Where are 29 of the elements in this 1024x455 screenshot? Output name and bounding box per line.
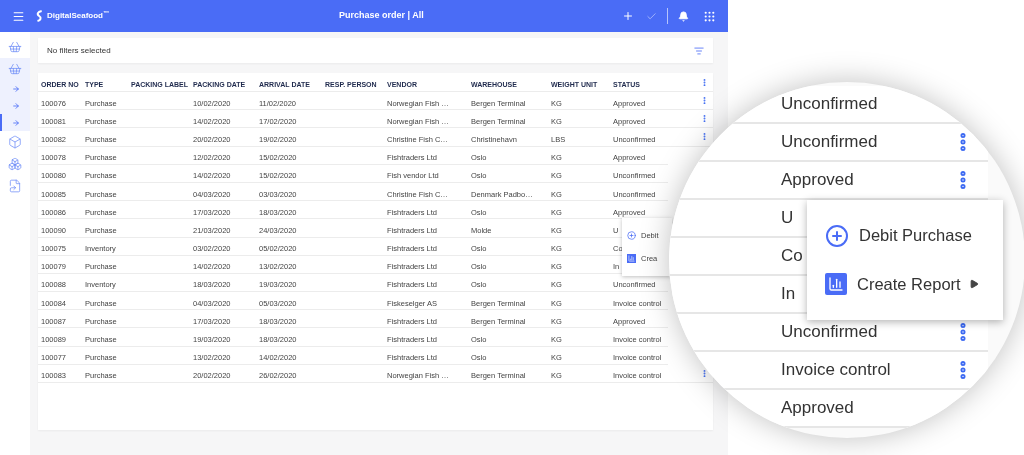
logo-icon (35, 10, 45, 22)
notification-icon[interactable] (678, 10, 689, 22)
more-icon[interactable] (700, 368, 709, 378)
add-icon[interactable] (622, 10, 634, 22)
status-text: Co (781, 245, 803, 268)
arrow-right-icon (12, 101, 20, 110)
page-title: Purchase order | All (339, 9, 424, 23)
logo-text: DigitalSeafood$^{™}$ (47, 10, 109, 22)
status-text: Unconfirmed (781, 131, 878, 154)
status-text: Invoice control (781, 359, 891, 382)
menu-item[interactable]: Create Report (825, 272, 1003, 297)
status-text: In (781, 283, 796, 306)
chart-icon (627, 254, 636, 264)
arrow-right-icon (12, 84, 20, 93)
status-text: Unconfirmed (781, 321, 878, 344)
status-text: Approved (781, 397, 854, 420)
apps-icon[interactable] (703, 9, 716, 23)
status-text: Approved (781, 169, 854, 192)
caret-right-icon (968, 279, 979, 290)
status-text: Unconfirmed (781, 93, 878, 116)
menu-icon[interactable] (12, 9, 25, 23)
arrow-right-icon (12, 118, 20, 127)
filter-icon[interactable] (694, 45, 704, 56)
add-circle-icon (627, 230, 636, 240)
filter-text: No filters selected (47, 44, 111, 57)
status-text: U (781, 207, 794, 230)
chart-icon (825, 273, 847, 296)
menu-item[interactable]: Debit Purchase (825, 223, 1003, 248)
add-circle-icon (825, 223, 849, 248)
